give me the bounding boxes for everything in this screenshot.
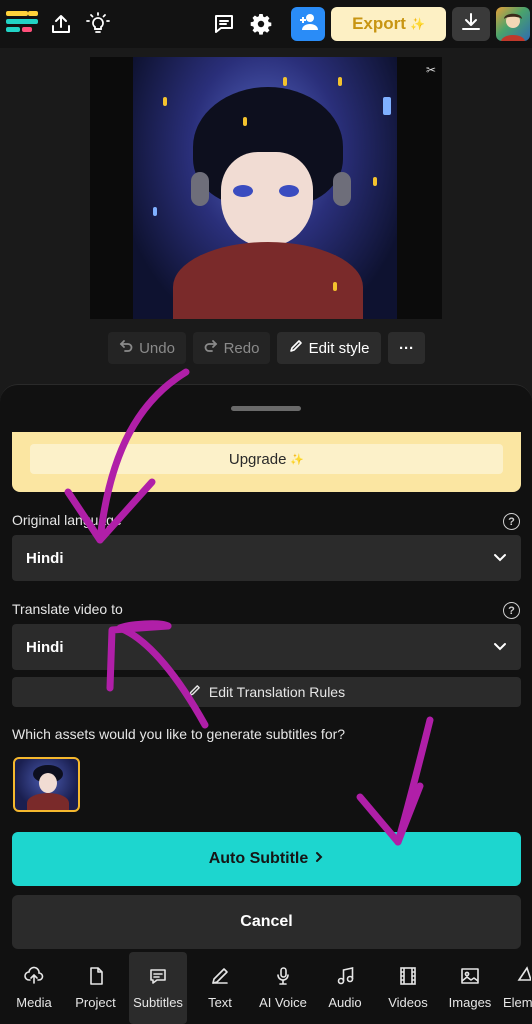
subtitles-icon — [148, 966, 168, 989]
upgrade-label: Upgrade — [228, 450, 287, 468]
video-preview[interactable]: ✂ — [90, 57, 442, 319]
logo-icon[interactable] — [6, 10, 38, 36]
upgrade-button[interactable]: Upgrade ✨ — [30, 444, 503, 474]
download-icon — [461, 12, 481, 37]
nav-item-videos[interactable]: Videos — [382, 952, 434, 1024]
chevron-down-icon — [493, 550, 507, 568]
gear-icon[interactable] — [247, 10, 275, 38]
assets-question: Which assets would you like to generate … — [12, 726, 346, 742]
media-upload-icon — [24, 966, 44, 989]
cancel-button[interactable]: Cancel — [12, 895, 521, 949]
chevron-right-icon — [314, 850, 324, 868]
original-language-label: Original language — [12, 512, 122, 528]
pen-icon — [210, 966, 230, 989]
comment-icon[interactable] — [210, 10, 238, 38]
avatar[interactable] — [496, 7, 530, 41]
nav-item-ai-voice[interactable]: AI Voice — [253, 952, 313, 1024]
nav-label: Media — [16, 995, 52, 1010]
music-icon — [335, 966, 355, 989]
top-bar: Export ✨ — [0, 0, 532, 48]
nav-item-audio[interactable]: Audio — [320, 952, 370, 1024]
nav-label: Text — [208, 995, 232, 1010]
translate-language-select[interactable]: Hindi — [12, 624, 521, 670]
sparkle-icon: ✨ — [409, 17, 425, 31]
upgrade-banner: Upgrade ✨ — [12, 432, 521, 492]
shapes-icon — [517, 966, 532, 989]
nav-label: Audio — [328, 995, 362, 1010]
translate-label: Translate video to — [12, 601, 123, 617]
undo-button[interactable]: Undo — [108, 332, 186, 364]
auto-subtitle-label: Auto Subtitle — [208, 850, 309, 867]
cancel-label: Cancel — [240, 913, 293, 930]
bottom-nav: Media Project Subtitles Text AI Voice Au… — [0, 952, 532, 1024]
nav-label: Project — [75, 995, 116, 1010]
more-icon: ··· — [399, 339, 414, 357]
nav-item-text[interactable]: Text — [196, 952, 244, 1024]
nav-item-elements[interactable]: Elem — [503, 952, 532, 1024]
original-language-value: Hindi — [26, 549, 64, 567]
export-label: Export — [352, 14, 406, 33]
pencil-icon — [289, 339, 303, 357]
redo-icon — [204, 339, 218, 357]
redo-label: Redo — [223, 339, 260, 357]
edit-rules-label: Edit Translation Rules — [208, 684, 346, 700]
upload-icon[interactable] — [47, 10, 75, 38]
image-icon — [460, 966, 480, 989]
nav-item-subtitles[interactable]: Subtitles — [129, 952, 187, 1024]
edit-translation-rules-button[interactable]: Edit Translation Rules — [12, 677, 521, 707]
more-button[interactable]: ··· — [388, 332, 425, 364]
sparkle-icon: ✨ — [290, 453, 305, 466]
watermark-icon: ✂ — [425, 63, 436, 77]
drag-handle[interactable] — [231, 406, 301, 411]
nav-label: AI Voice — [259, 995, 307, 1010]
undo-icon — [119, 339, 133, 357]
nav-item-project[interactable]: Project — [68, 952, 123, 1024]
microphone-icon — [273, 966, 293, 989]
asset-thumbnail[interactable] — [13, 757, 80, 812]
export-button[interactable]: Export ✨ — [331, 7, 446, 41]
add-user-icon — [298, 13, 318, 36]
nav-label: Elem — [503, 995, 532, 1010]
redo-button[interactable]: Redo — [193, 332, 270, 364]
chevron-down-icon — [493, 639, 507, 657]
help-icon[interactable]: ? — [503, 602, 520, 619]
original-language-select[interactable]: Hindi — [12, 535, 521, 581]
auto-subtitle-button[interactable]: Auto Subtitle — [12, 832, 521, 886]
file-icon — [86, 966, 106, 989]
help-icon[interactable]: ? — [503, 513, 520, 530]
nav-label: Videos — [388, 995, 428, 1010]
download-button[interactable] — [452, 7, 490, 41]
undo-label: Undo — [139, 339, 175, 357]
nav-item-media[interactable]: Media — [8, 952, 60, 1024]
lightbulb-icon[interactable] — [84, 10, 112, 38]
subtitles-panel: Upgrade ✨ Original language ? Hindi Tran… — [0, 384, 532, 952]
preview-image — [133, 57, 397, 319]
edit-style-button[interactable]: Edit style — [277, 332, 381, 364]
pencil-icon — [188, 684, 201, 700]
nav-label: Images — [448, 995, 492, 1010]
add-user-button[interactable] — [291, 7, 325, 41]
translate-language-value: Hindi — [26, 638, 64, 656]
nav-label: Subtitles — [133, 995, 183, 1010]
nav-item-images[interactable]: Images — [443, 952, 497, 1024]
film-icon — [398, 966, 418, 989]
edit-style-label: Edit style — [308, 339, 370, 357]
